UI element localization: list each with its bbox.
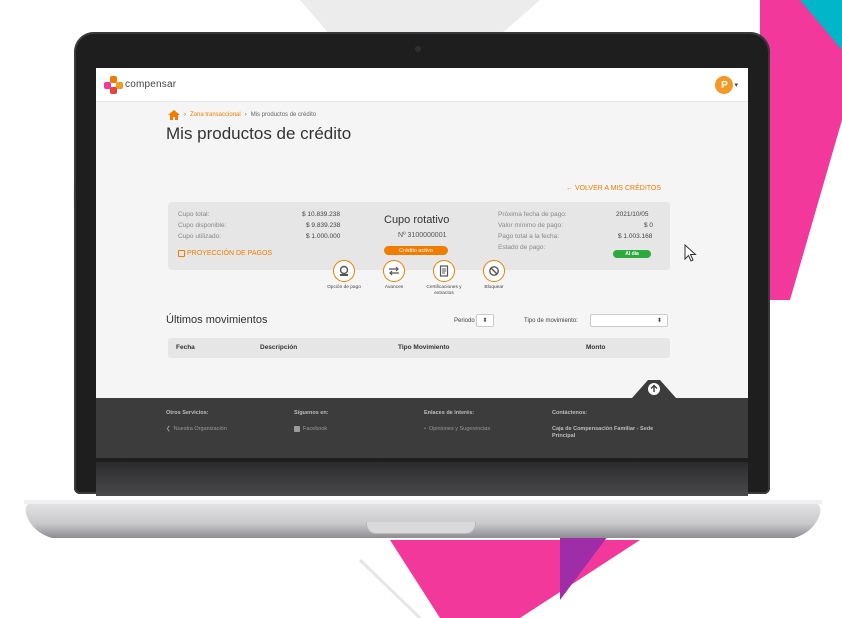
cupo-disponible-label: Cupo disponible:	[178, 222, 227, 229]
footer-contact-text: Caja de Compensación Familiar - Sede Pri…	[552, 426, 654, 440]
footer-link-label: Opiniones y Sugerencias	[428, 426, 491, 432]
movement-type-select[interactable]: ⬍	[590, 314, 668, 327]
footer-heading: Enlaces de interés:	[424, 410, 475, 416]
laptop-lid: compensar P ▾ › Zona transaccional › Mis…	[74, 32, 770, 494]
next-payment-date-label: Próxima fecha de pago:	[498, 211, 567, 218]
cupo-utilizado-label: Cupo utilizado:	[178, 233, 221, 240]
payment-icon[interactable]	[333, 260, 355, 282]
total-payment-label: Pago total a la fecha:	[498, 233, 560, 240]
app-screen: compensar P ▾ › Zona transaccional › Mis…	[96, 68, 748, 458]
product-name: Cupo rotativo	[384, 214, 450, 226]
calendar-icon	[178, 250, 185, 257]
compensar-logo[interactable]: compensar	[104, 75, 177, 94]
minimum-payment-label: Valor mínimo de pago:	[498, 222, 563, 229]
advances-label: Avances	[384, 285, 404, 290]
trackpad-notch	[366, 522, 476, 534]
block-label: Bloquear	[484, 285, 504, 290]
laptop-hinge	[96, 462, 748, 496]
footer-column-otros-servicios: Otros Servicios: ❮ Nuestra Organización	[166, 410, 227, 432]
period-label: Periodo	[454, 318, 475, 324]
facebook-icon	[294, 426, 300, 432]
breadcrumb: › Zona transaccional › Mis productos de …	[168, 110, 316, 120]
bullet-icon: •	[424, 426, 426, 432]
document-icon[interactable]	[433, 260, 455, 282]
block-icon[interactable]	[483, 260, 505, 282]
breadcrumb-separator: ›	[244, 112, 247, 118]
credit-status-badge: Crédito activo	[384, 246, 448, 255]
footer-link-facebook[interactable]: Facebook	[294, 426, 329, 432]
minimum-payment-value: $ 0	[644, 222, 654, 229]
footer-link-label: Facebook	[303, 426, 328, 432]
footer-link-opiniones[interactable]: • Opiniones y Sugerencias	[424, 426, 490, 432]
movements-table-header: Fecha Descripción Tipo Movimiento Monto	[168, 338, 670, 358]
cupo-total-label: Cupo total:	[178, 211, 210, 218]
footer-heading: Otros Servicios:	[166, 410, 209, 416]
page-title: Mis productos de crédito	[166, 124, 352, 143]
select-arrows-icon: ⬍	[656, 318, 662, 324]
user-menu[interactable]: P ▾	[715, 76, 738, 94]
movements-title: Últimos movimientos	[166, 314, 268, 326]
mouse-cursor-icon	[684, 244, 697, 262]
chevron-left-icon: ❮	[166, 426, 171, 432]
projection-payments-link[interactable]: PROYECCIÓN DE PAGOS	[178, 250, 272, 257]
breadcrumb-separator: ›	[184, 112, 186, 118]
footer-heading: Contáctenos:	[552, 410, 588, 416]
column-tipo-movimiento: Tipo Movimiento	[398, 344, 450, 351]
footer-column-enlaces: Enlaces de interés: • Opiniones y Sugere…	[424, 410, 490, 432]
cupo-utilizado-value: $ 1.000.000	[306, 233, 341, 240]
scroll-top-tab[interactable]	[632, 378, 676, 398]
transfer-arrows-icon[interactable]	[383, 260, 405, 282]
camera-dot	[415, 46, 421, 52]
column-descripcion: Descripción	[260, 344, 298, 351]
avatar[interactable]: P	[715, 76, 734, 94]
home-icon[interactable]	[168, 110, 180, 120]
column-fecha: Fecha	[176, 344, 195, 351]
footer-heading: Síguenos en:	[294, 410, 329, 416]
breadcrumb-current: Mis productos de crédito	[250, 112, 317, 118]
select-arrows-icon: ⬍	[482, 318, 488, 324]
credit-summary-card: Cupo total: $ 10.839.238 Cupo disponible…	[168, 202, 670, 270]
breadcrumb-zona-transaccional[interactable]: Zona transaccional	[190, 112, 241, 118]
logo-text: compensar	[125, 79, 177, 90]
next-payment-date-value: 2021/10/05	[616, 211, 649, 218]
product-number: Nº 3100000001	[398, 232, 447, 239]
app-header: compensar P ▾	[96, 68, 748, 102]
certificates-label: Certificaciones y extractos	[426, 285, 462, 296]
period-select[interactable]: ⬍	[476, 314, 494, 327]
laptop-base	[24, 500, 822, 538]
advances-button[interactable]: Avances	[374, 260, 414, 291]
footer-column-contactenos: Contáctenos: Caja de Compensación Famili…	[552, 410, 672, 440]
chevron-down-icon[interactable]: ▾	[734, 81, 738, 89]
cupo-disponible-value: $ 9.839.238	[306, 222, 341, 229]
footer-column-siguenos: Síguenos en: Facebook	[294, 410, 329, 432]
movement-type-label: Tipo de movimiento:	[524, 318, 578, 324]
payment-option-label: Opción de pago	[327, 285, 361, 290]
payment-option-button[interactable]: Opción de pago	[324, 260, 364, 291]
back-to-credits-link[interactable]: ← VOLVER A MIS CRÉDITOS	[566, 185, 661, 192]
footer-link-organizacion[interactable]: ❮ Nuestra Organización	[166, 426, 227, 432]
payment-status-badge: Al día	[613, 250, 651, 258]
cupo-total-value: $ 10.839.238	[302, 211, 340, 218]
total-payment-value: $ 1.003.168	[618, 233, 653, 240]
column-monto: Monto	[586, 344, 606, 351]
certificates-button[interactable]: Certificaciones y extractos	[424, 260, 464, 297]
block-button[interactable]: Bloquear	[474, 260, 514, 291]
payment-status-label: Estado de pago:	[498, 244, 546, 251]
projection-payments-label: PROYECCIÓN DE PAGOS	[187, 250, 273, 257]
compensar-logo-icon	[104, 75, 123, 94]
footer-link-label: Nuestra Organización	[173, 426, 227, 432]
